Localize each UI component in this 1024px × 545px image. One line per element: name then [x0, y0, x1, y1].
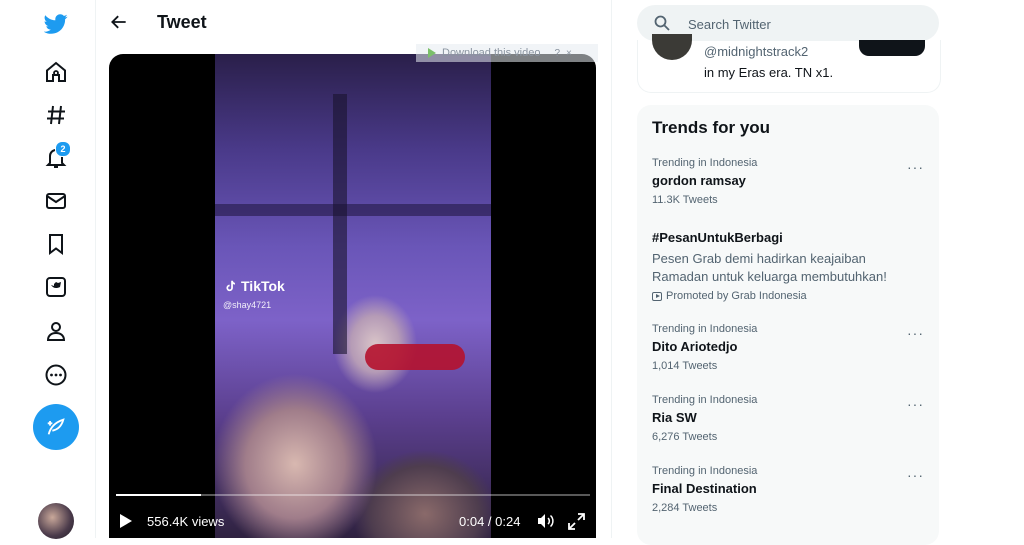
- trend-tweet-count: 1,014 Tweets: [652, 360, 718, 372]
- bookmarks-icon[interactable]: [36, 224, 76, 264]
- suggested-user-bio: in my Eras era. TN x1.: [704, 65, 834, 80]
- twitter-blue-icon[interactable]: [36, 267, 76, 307]
- trend-item[interactable]: Trending in Indonesia Ria SW 6,276 Tweet…: [652, 394, 924, 443]
- trend-item[interactable]: Trending in Indonesia gordon ramsay 11.3…: [652, 157, 924, 206]
- search-icon: [654, 15, 670, 31]
- trend-category: Trending in Indonesia: [652, 323, 758, 335]
- who-to-follow-item[interactable]: @midnightstrack2 in my Eras era. TN x1.: [637, 34, 941, 93]
- play-icon[interactable]: [120, 514, 132, 528]
- right-divider: [611, 0, 612, 538]
- view-count: 556.4K views: [147, 514, 225, 529]
- trend-tweet-count: 6,276 Tweets: [652, 431, 718, 443]
- more-options-icon[interactable]: ···: [907, 396, 924, 412]
- video-frame: [215, 54, 491, 538]
- follow-button[interactable]: [859, 40, 925, 56]
- more-options-icon[interactable]: ···: [907, 159, 924, 175]
- messages-envelope-icon[interactable]: [36, 181, 76, 221]
- tiktok-logo-text: TikTok: [241, 278, 285, 294]
- download-close-icon[interactable]: ×: [566, 48, 572, 59]
- promoted-trend-item[interactable]: #PesanUntukBerbagi Pesen Grab demi hadir…: [652, 230, 924, 302]
- trend-item[interactable]: Trending in Indonesia Final Destination …: [652, 465, 924, 514]
- suggested-user-avatar[interactable]: [652, 34, 692, 60]
- trend-item[interactable]: Trending in Indonesia Dito Ariotedjo 1,0…: [652, 323, 924, 372]
- trend-name: gordon ramsay: [652, 173, 746, 188]
- trend-category: Trending in Indonesia: [652, 465, 758, 477]
- left-divider: [95, 0, 96, 538]
- trend-name: #PesanUntukBerbagi: [652, 230, 783, 245]
- more-circle-icon[interactable]: [36, 355, 76, 395]
- promoted-by: Promoted by Grab Indonesia: [652, 290, 924, 302]
- download-video-label: Download this video: [442, 47, 541, 59]
- home-icon[interactable]: [36, 52, 76, 92]
- volume-icon[interactable]: [537, 513, 555, 529]
- trend-name: Final Destination: [652, 481, 757, 496]
- more-options-icon[interactable]: ···: [907, 325, 924, 341]
- trend-tweet-count: 2,284 Tweets: [652, 502, 718, 514]
- user-avatar[interactable]: [38, 503, 74, 539]
- tiktok-username: @shay4721: [223, 300, 272, 310]
- notifications-badge: 2: [55, 141, 71, 157]
- search-input[interactable]: [686, 5, 920, 43]
- profile-icon[interactable]: [36, 311, 76, 351]
- compose-tweet-icon[interactable]: [33, 404, 79, 450]
- twitter-logo-icon[interactable]: [36, 4, 76, 44]
- trend-name: Dito Ariotedjo: [652, 339, 738, 354]
- back-arrow-icon[interactable]: [108, 11, 130, 33]
- trend-category: Trending in Indonesia: [652, 394, 758, 406]
- notifications-bell-icon[interactable]: 2: [36, 138, 76, 178]
- page-title: Tweet: [157, 12, 207, 32]
- trend-category: Trending in Indonesia: [652, 157, 758, 169]
- trend-tweet-count: 11.3K Tweets: [652, 194, 718, 206]
- fullscreen-icon[interactable]: [568, 513, 585, 530]
- trends-title: Trends for you: [652, 118, 771, 137]
- promoted-by-label: Promoted by Grab Indonesia: [666, 290, 807, 302]
- suggested-user-handle[interactable]: @midnightstrack2: [704, 44, 808, 59]
- promoted-description: Pesen Grab demi hadirkan keajaiban Ramad…: [652, 251, 887, 284]
- promoted-icon: [652, 291, 662, 301]
- more-options-icon[interactable]: ···: [907, 467, 924, 483]
- video-progress-fill: [116, 494, 202, 496]
- download-play-icon: [428, 48, 436, 58]
- trend-name: Ria SW: [652, 410, 697, 425]
- explore-hashtag-icon[interactable]: [36, 95, 76, 135]
- download-help-icon[interactable]: ?: [554, 48, 560, 59]
- tiktok-watermark: TikTok: [223, 278, 285, 294]
- left-navigation: 2: [0, 0, 96, 539]
- trends-panel: Trends for you Trending in Indonesia gor…: [637, 105, 939, 545]
- video-player[interactable]: TikTok @shay4721: [109, 54, 596, 538]
- playback-time: 0:04 / 0:24: [459, 514, 521, 529]
- download-video-overlay[interactable]: Download this video ? ×: [416, 44, 598, 62]
- video-progress-bar[interactable]: [116, 494, 590, 496]
